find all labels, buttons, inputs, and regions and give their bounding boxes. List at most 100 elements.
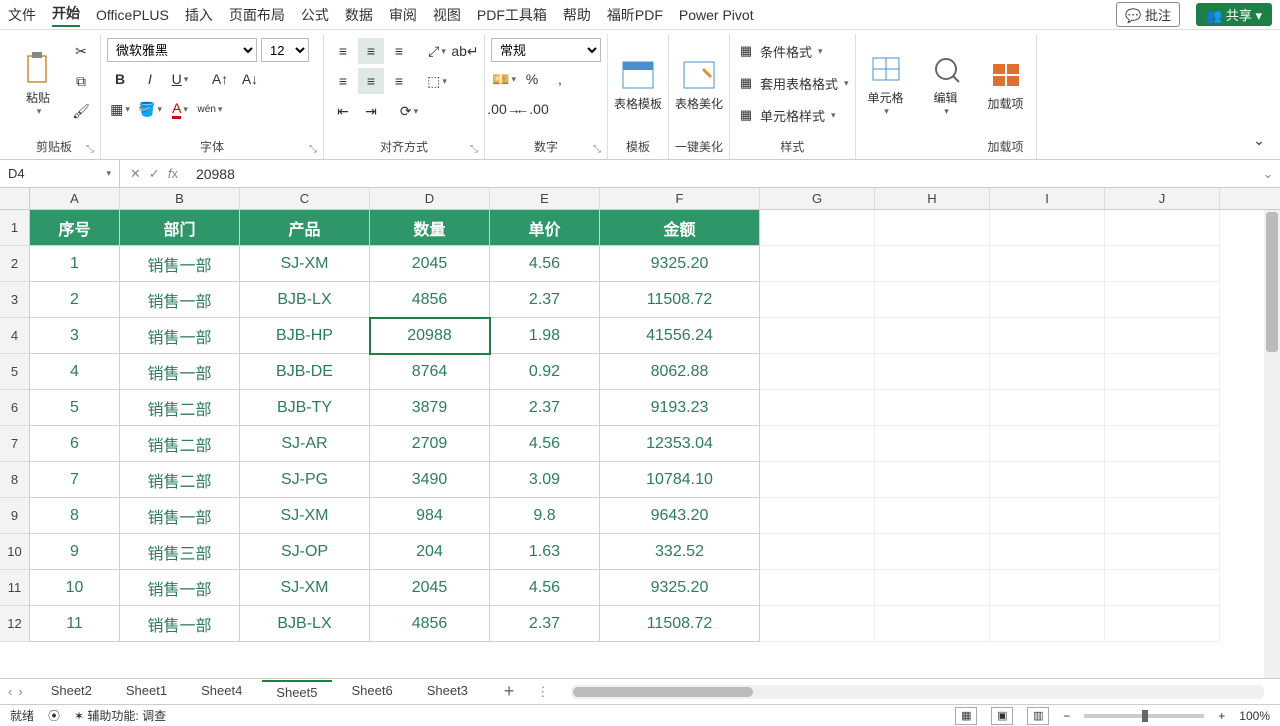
table-cell[interactable] <box>1105 390 1220 426</box>
table-cell[interactable]: 销售二部 <box>120 462 240 498</box>
table-cell[interactable]: BJB-LX <box>240 282 370 318</box>
table-cell[interactable] <box>1105 534 1220 570</box>
table-cell[interactable]: 2045 <box>370 246 490 282</box>
font-color-button[interactable]: A▾ <box>167 96 193 122</box>
copy-icon[interactable]: ⧉ <box>68 68 94 94</box>
table-cell[interactable] <box>760 282 875 318</box>
font-launcher-icon[interactable]: ⤡ <box>309 144 317 155</box>
cell-styles-button[interactable]: ▦单元格样式▾ <box>736 102 849 128</box>
table-cell[interactable]: 销售一部 <box>120 570 240 606</box>
menu-页面布局[interactable]: 页面布局 <box>229 5 285 25</box>
table-cell[interactable]: 9193.23 <box>600 390 760 426</box>
table-cell[interactable]: 11508.72 <box>600 606 760 642</box>
menu-Power Pivot[interactable]: Power Pivot <box>679 7 754 23</box>
table-cell[interactable]: 销售一部 <box>120 498 240 534</box>
align-top-icon[interactable]: ≡ <box>330 38 356 64</box>
table-cell[interactable]: 41556.24 <box>600 318 760 354</box>
table-cell[interactable]: BJB-LX <box>240 606 370 642</box>
row-header[interactable]: 4 <box>0 318 30 354</box>
table-cell[interactable]: 4.56 <box>490 426 600 462</box>
row-header[interactable]: 7 <box>0 426 30 462</box>
menu-插入[interactable]: 插入 <box>185 5 213 25</box>
row-header[interactable]: 8 <box>0 462 30 498</box>
menu-视图[interactable]: 视图 <box>433 5 461 25</box>
sheet-tab-Sheet6[interactable]: Sheet6 <box>338 680 407 703</box>
row-header[interactable]: 9 <box>0 498 30 534</box>
table-cell[interactable]: 11 <box>30 606 120 642</box>
menu-开始[interactable]: 开始 <box>52 3 80 27</box>
table-cell[interactable]: 8764 <box>370 354 490 390</box>
col-header-G[interactable]: G <box>760 188 875 209</box>
table-cell[interactable] <box>760 498 875 534</box>
tab-prev-icon[interactable]: ‹ <box>8 684 12 699</box>
decrease-indent-icon[interactable]: ⇤ <box>330 98 356 124</box>
table-cell[interactable] <box>875 246 990 282</box>
col-header-B[interactable]: B <box>120 188 240 209</box>
menu-PDF工具箱[interactable]: PDF工具箱 <box>477 5 547 25</box>
table-cell[interactable]: 销售一部 <box>120 318 240 354</box>
table-cell[interactable] <box>1105 606 1220 642</box>
table-cell[interactable]: 1 <box>30 246 120 282</box>
wrap-text-icon[interactable]: ab↵ <box>452 38 478 64</box>
table-cell[interactable] <box>990 426 1105 462</box>
cancel-formula-icon[interactable]: ✕ <box>130 166 141 182</box>
grow-font-button[interactable]: A↑ <box>207 66 233 92</box>
table-cell[interactable]: 984 <box>370 498 490 534</box>
table-cell[interactable]: SJ-XM <box>240 570 370 606</box>
addins-button[interactable]: 加载项 <box>982 38 1030 128</box>
select-all-corner[interactable] <box>0 188 30 209</box>
menu-文件[interactable]: 文件 <box>8 5 36 25</box>
sheet-tab-Sheet1[interactable]: Sheet1 <box>112 680 181 703</box>
zoom-level[interactable]: 100% <box>1239 709 1270 723</box>
table-cell[interactable]: SJ-XM <box>240 246 370 282</box>
table-cell[interactable] <box>990 282 1105 318</box>
table-cell[interactable]: 9325.20 <box>600 570 760 606</box>
table-cell[interactable] <box>875 498 990 534</box>
table-cell[interactable] <box>875 390 990 426</box>
col-header-J[interactable]: J <box>1105 188 1220 209</box>
row-header[interactable]: 11 <box>0 570 30 606</box>
font-name-combo[interactable]: 微软雅黑 <box>107 38 257 62</box>
table-header-cell[interactable] <box>1105 210 1220 246</box>
table-cell[interactable] <box>990 354 1105 390</box>
table-cell[interactable] <box>1105 246 1220 282</box>
table-cell[interactable]: 2 <box>30 282 120 318</box>
table-cell[interactable]: 0.92 <box>490 354 600 390</box>
table-cell[interactable] <box>990 498 1105 534</box>
table-header-cell[interactable]: 数量 <box>370 210 490 246</box>
table-cell[interactable] <box>990 246 1105 282</box>
table-cell[interactable] <box>990 570 1105 606</box>
font-size-combo[interactable]: 12 <box>261 38 309 62</box>
table-cell[interactable] <box>760 318 875 354</box>
italic-button[interactable]: I <box>137 66 163 92</box>
table-cell[interactable]: 4.56 <box>490 246 600 282</box>
table-cell[interactable]: 2709 <box>370 426 490 462</box>
number-format-combo[interactable]: 常规 <box>491 38 601 62</box>
table-cell[interactable]: 332.52 <box>600 534 760 570</box>
table-cell[interactable] <box>760 354 875 390</box>
table-cell[interactable] <box>875 462 990 498</box>
tabs-menu-icon[interactable]: ⋮ <box>536 684 549 700</box>
table-header-cell[interactable] <box>990 210 1105 246</box>
col-header-D[interactable]: D <box>370 188 490 209</box>
table-template-button[interactable]: 表格模板 <box>614 38 662 128</box>
table-cell[interactable] <box>760 534 875 570</box>
table-cell[interactable]: 12353.04 <box>600 426 760 462</box>
decrease-decimal-icon[interactable]: ←.00 <box>519 96 545 122</box>
row-header[interactable]: 12 <box>0 606 30 642</box>
conditional-format-button[interactable]: ▦条件格式▾ <box>736 38 849 64</box>
table-cell[interactable]: 2.37 <box>490 390 600 426</box>
add-sheet-button[interactable]: + <box>496 681 523 702</box>
table-cell[interactable]: SJ-XM <box>240 498 370 534</box>
table-beautify-button[interactable]: 表格美化 <box>675 38 723 128</box>
align-right-icon[interactable]: ≡ <box>386 68 412 94</box>
table-cell[interactable]: 销售一部 <box>120 282 240 318</box>
table-cell[interactable]: 3490 <box>370 462 490 498</box>
table-cell[interactable] <box>760 390 875 426</box>
table-cell[interactable]: 销售一部 <box>120 606 240 642</box>
fill-color-button[interactable]: 🪣▾ <box>137 96 163 122</box>
annotate-button[interactable]: 💬 批注 <box>1116 2 1180 27</box>
table-cell[interactable]: 5 <box>30 390 120 426</box>
table-cell[interactable]: SJ-AR <box>240 426 370 462</box>
shrink-font-button[interactable]: A↓ <box>237 66 263 92</box>
